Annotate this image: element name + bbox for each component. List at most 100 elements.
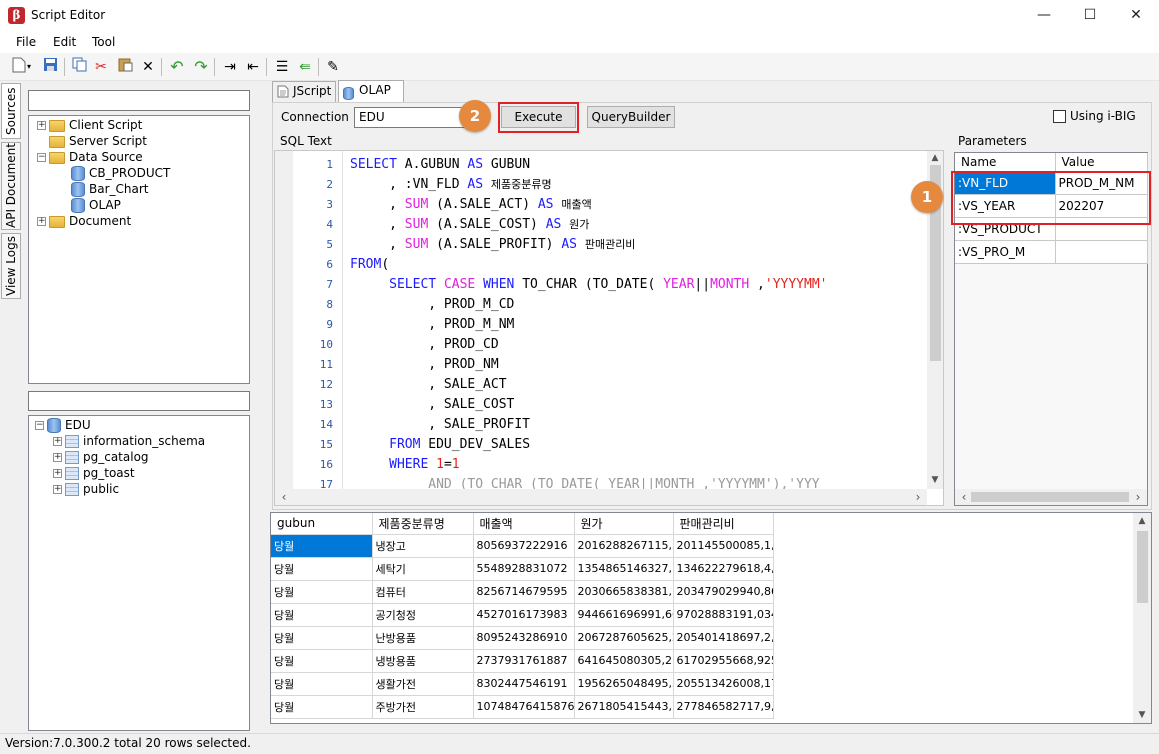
param-header-name[interactable]: Name bbox=[955, 153, 1056, 172]
result-cell[interactable]: 8302447546191 bbox=[473, 672, 575, 696]
table-row[interactable]: 당월 냉방용품 2737931761887 641645080305,2 617… bbox=[271, 649, 774, 673]
scroll-left-icon[interactable]: ‹ bbox=[277, 489, 291, 505]
scroll-up-icon[interactable]: ▲ bbox=[927, 151, 943, 165]
table-row[interactable]: 당월 난방용품 8095243286910 2067287605625,29 2… bbox=[271, 626, 774, 650]
menu-file[interactable]: File bbox=[16, 35, 36, 49]
result-cell[interactable]: 97028883191,0346 bbox=[673, 603, 774, 627]
result-cell[interactable]: 203479029940,862 bbox=[673, 580, 774, 604]
sql-code[interactable]: SELECT A.GUBUN AS GUBUN , :VN_FLD AS 제품중… bbox=[350, 155, 927, 489]
scroll-up-icon[interactable]: ▲ bbox=[1133, 513, 1151, 529]
result-cell[interactable]: 세탁기 bbox=[372, 557, 474, 581]
result-cell[interactable]: 944661696991,66 bbox=[574, 603, 674, 627]
result-cell[interactable]: 8056937222916 bbox=[473, 534, 575, 558]
result-cell[interactable]: 5548928831072 bbox=[473, 557, 575, 581]
params-horizontal-scrollbar[interactable]: ‹ › bbox=[955, 489, 1147, 505]
result-cell[interactable]: 2067287605625,29 bbox=[574, 626, 674, 650]
result-cell[interactable]: 2737931761887 bbox=[473, 649, 575, 673]
param-name-cell[interactable]: :VS_PRO_M bbox=[955, 240, 1056, 264]
menu-edit[interactable]: Edit bbox=[53, 35, 76, 49]
paste-icon[interactable] bbox=[115, 57, 135, 77]
cut-icon[interactable]: ✂ bbox=[91, 57, 111, 77]
maximize-button[interactable]: ☐ bbox=[1067, 0, 1113, 31]
table-row[interactable]: 당월 세탁기 5548928831072 1354865146327,... 1… bbox=[271, 557, 774, 581]
tab-olap[interactable]: OLAP bbox=[338, 80, 404, 102]
expand-icon[interactable]: + bbox=[53, 469, 62, 478]
close-button[interactable]: ✕ bbox=[1113, 0, 1159, 31]
comment-icon[interactable]: ☰ bbox=[272, 57, 292, 77]
delete-icon[interactable]: ✕ bbox=[138, 57, 158, 77]
db-tree-schema[interactable]: + pg_toast bbox=[53, 465, 135, 481]
source-search-input[interactable] bbox=[28, 90, 250, 111]
querybuilder-button[interactable]: QueryBuilder bbox=[587, 106, 675, 128]
result-cell[interactable]: 당월 bbox=[271, 557, 373, 581]
expand-icon[interactable]: + bbox=[37, 121, 46, 130]
collapse-icon[interactable]: − bbox=[37, 153, 46, 162]
db-tree-schema[interactable]: + information_schema bbox=[53, 433, 205, 449]
result-header[interactable]: 판매관리비 bbox=[673, 513, 774, 535]
result-cell[interactable]: 당월 bbox=[271, 534, 373, 558]
result-cell[interactable]: 냉방용품 bbox=[372, 649, 474, 673]
tree-item-olap[interactable]: OLAP bbox=[71, 197, 121, 213]
table-row[interactable]: 당월 생활가전 8302447546191 1956265048495,3 20… bbox=[271, 672, 774, 696]
undo-icon[interactable]: ↶ bbox=[167, 57, 187, 77]
editor-horizontal-scrollbar[interactable]: ‹ › bbox=[275, 489, 927, 505]
result-cell[interactable]: 공기청정 bbox=[372, 603, 474, 627]
result-cell[interactable]: 당월 bbox=[271, 649, 373, 673]
tree-item-server-script[interactable]: Server Script bbox=[49, 133, 147, 149]
table-row[interactable]: 당월 공기청정 4527016173983 944661696991,66 97… bbox=[271, 603, 774, 627]
menu-tool[interactable]: Tool bbox=[92, 35, 115, 49]
db-tree-root[interactable]: − EDU bbox=[35, 417, 91, 433]
result-header[interactable]: 제품중분류명 bbox=[372, 513, 474, 535]
expand-icon[interactable]: + bbox=[53, 453, 62, 462]
result-cell[interactable]: 4527016173983 bbox=[473, 603, 575, 627]
result-cell[interactable]: 201145500085,1,... bbox=[673, 534, 774, 558]
using-ibig-checkbox[interactable] bbox=[1053, 110, 1066, 123]
result-cell[interactable]: 134622279618,4,... bbox=[673, 557, 774, 581]
tree-item-bar-chart[interactable]: Bar_Chart bbox=[71, 181, 149, 197]
outdent-icon[interactable]: ⇤ bbox=[243, 57, 263, 77]
result-cell[interactable]: 난방용품 bbox=[372, 626, 474, 650]
minimize-button[interactable]: — bbox=[1021, 0, 1067, 31]
execute-button[interactable]: Execute bbox=[501, 106, 576, 128]
result-cell[interactable]: 641645080305,2 bbox=[574, 649, 674, 673]
save-icon[interactable] bbox=[40, 57, 60, 77]
tree-item-data-source[interactable]: − Data Source bbox=[37, 149, 143, 165]
results-vertical-scrollbar[interactable]: ▲ ▼ bbox=[1133, 513, 1151, 723]
expand-icon[interactable]: + bbox=[37, 217, 46, 226]
param-value-cell[interactable] bbox=[1055, 240, 1148, 264]
tree-item-cb-product[interactable]: CB_PRODUCT bbox=[71, 165, 170, 181]
scroll-thumb[interactable] bbox=[1137, 531, 1148, 603]
result-cell[interactable]: 8095243286910 bbox=[473, 626, 575, 650]
result-cell[interactable]: 2016288267115,53 bbox=[574, 534, 674, 558]
indent-icon[interactable]: ⇥ bbox=[220, 57, 240, 77]
side-tab-view-logs[interactable]: View Logs bbox=[1, 233, 21, 299]
connection-input[interactable]: EDU bbox=[354, 107, 472, 128]
db-tree-schema[interactable]: + public bbox=[53, 481, 119, 497]
redo-icon[interactable]: ↷ bbox=[191, 57, 211, 77]
result-cell[interactable]: 1354865146327,... bbox=[574, 557, 674, 581]
result-cell[interactable]: 당월 bbox=[271, 672, 373, 696]
result-cell[interactable]: 2671805415443,... bbox=[574, 695, 674, 719]
result-cell[interactable]: 당월 bbox=[271, 603, 373, 627]
result-header[interactable]: gubun bbox=[271, 513, 373, 535]
tree-item-document[interactable]: + Document bbox=[37, 213, 131, 229]
table-row[interactable]: 당월 냉장고 8056937222916 2016288267115,53 20… bbox=[271, 534, 774, 558]
side-tab-sources[interactable]: Sources bbox=[1, 83, 21, 139]
eraser-icon[interactable]: ✎ bbox=[323, 57, 343, 77]
scroll-right-icon[interactable]: › bbox=[1132, 489, 1144, 505]
result-cell[interactable]: 2030665838381,... bbox=[574, 580, 674, 604]
scroll-down-icon[interactable]: ▼ bbox=[927, 473, 943, 487]
table-row[interactable]: 당월 주방가전 10748476415876 2671805415443,...… bbox=[271, 695, 774, 719]
scroll-left-icon[interactable]: ‹ bbox=[958, 489, 970, 505]
db-tree-schema[interactable]: + pg_catalog bbox=[53, 449, 149, 465]
tree-item-client-script[interactable]: + Client Script bbox=[37, 117, 142, 133]
result-cell[interactable]: 277846582717,9,... bbox=[673, 695, 774, 719]
scroll-down-icon[interactable]: ▼ bbox=[1133, 707, 1151, 723]
expand-icon[interactable]: + bbox=[53, 485, 62, 494]
result-cell[interactable]: 205401418697,2,... bbox=[673, 626, 774, 650]
scroll-right-icon[interactable]: › bbox=[911, 489, 925, 505]
uncomment-icon[interactable]: ⇚ bbox=[295, 57, 315, 77]
result-cell[interactable]: 10748476415876 bbox=[473, 695, 575, 719]
table-row[interactable]: 당월 컴퓨터 8256714679595 2030665838381,... 2… bbox=[271, 580, 774, 604]
new-dropdown-icon[interactable]: ▾ bbox=[24, 57, 34, 77]
